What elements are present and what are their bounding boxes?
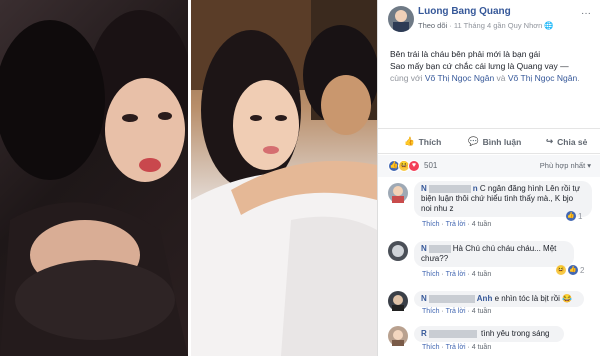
comment-item: N Anh e nhìn tóc là bịt rồi 😂 Thích · Trả… (378, 289, 600, 319)
commenter-avatar-image (392, 245, 404, 257)
comment-time[interactable]: 4 tuần (472, 221, 491, 228)
comment-like-link[interactable]: Thích (422, 221, 440, 228)
redacted-name-bar (428, 244, 451, 253)
haha-reaction-icon: 😆 (556, 265, 566, 275)
comment-meta: Thích · Trả lời · 4 tuần (422, 271, 492, 278)
commenter-avatar[interactable] (388, 326, 408, 346)
share-icon: ↪ (546, 136, 554, 146)
tag-and: và (494, 73, 508, 83)
comment-button[interactable]: 💬 Bình luận (468, 136, 521, 147)
reactions-bar: 👍 😆 ♥ 501 Phù hợp nhất ▾ (378, 155, 600, 177)
comment-reply-link[interactable]: Trả lời (446, 271, 466, 278)
left-photo[interactable] (0, 0, 188, 356)
like-button[interactable]: 👍 Thích (404, 136, 441, 147)
like-label: Thích (418, 136, 442, 147)
tag-link-2[interactable]: Võ Thị Ngọc Ngân (508, 73, 577, 83)
post-time[interactable]: 11 Tháng 4 gần Quy Nhơn (454, 21, 542, 30)
commenter-name[interactable]: N (421, 294, 427, 303)
comment-reaction-count: 2 (580, 265, 585, 275)
author-avatar-image (393, 10, 409, 32)
post-subtitle: Theo dõi · 11 Tháng 4 gần Quy Nhơn 🌐 (418, 21, 554, 30)
comment-bubble: N Hà Chú chú cháu cháu... Mệt chưa?? (414, 241, 574, 267)
comment-like-link[interactable]: Thích (422, 308, 440, 315)
comment-time[interactable]: 4 tuần (472, 271, 491, 278)
like-reaction-icon: 👍 (568, 265, 578, 275)
comment-bubble: N Anh e nhìn tóc là bịt rồi 😂 (414, 291, 584, 307)
comment-reply-link[interactable]: Trả lời (446, 344, 466, 351)
more-options-icon[interactable]: ··· (581, 8, 591, 19)
comment-item: N Hà Chú chú cháu cháu... Mệt chưa?? 😆 👍 2 … (378, 239, 600, 283)
thumbs-up-icon: 👍 (404, 136, 415, 146)
commenter-name-tail: Anh (476, 294, 493, 303)
comment-text: tình yêu trong sáng (478, 329, 550, 338)
post-text: Bên trái là cháu bên phải mới là bạn gái… (390, 48, 595, 84)
comment-time[interactable]: 4 tuần (472, 344, 491, 351)
comment-reactions[interactable]: 😆 👍 2 (556, 265, 584, 275)
commenter-avatar[interactable] (388, 241, 408, 261)
comment-like-link[interactable]: Thích (422, 344, 440, 351)
commenter-name[interactable]: N (421, 244, 427, 253)
comment-reaction-count: 1 (578, 211, 583, 221)
follow-link[interactable]: Theo dõi (418, 21, 447, 30)
commenter-avatar-image (392, 330, 404, 346)
reaction-count[interactable]: 501 (424, 161, 437, 170)
love-reaction-icon[interactable]: ♥ (408, 160, 420, 172)
post-actions-bar: 👍 Thích 💬 Bình luận ↪ Chia sẻ (378, 128, 600, 154)
like-reaction-icon: 👍 (566, 211, 576, 221)
post-line-1: Bên trái là cháu bên phải mới là bạn gái (390, 49, 541, 59)
share-button[interactable]: ↪ Chia sẻ (546, 136, 587, 147)
comment-time[interactable]: 4 tuần (472, 308, 491, 315)
globe-icon: 🌐 (544, 21, 554, 30)
commenter-avatar[interactable] (388, 183, 408, 203)
comment-meta: Thích · Trả lời · 4 tuần (422, 344, 492, 351)
right-photo[interactable] (191, 0, 377, 356)
comment-bubble: R tình yêu trong sáng (414, 326, 564, 342)
post-header: Luong Bang Quang Theo dõi · 11 Tháng 4 g… (378, 0, 600, 35)
comment-reply-link[interactable]: Trả lời (446, 221, 466, 228)
comment-item: Nn C ngân đăng hình Lên rồi tự biện luận… (378, 181, 600, 233)
commenter-name[interactable]: N (421, 184, 427, 193)
comment-item: R tình yêu trong sáng Thích · Trả lời · … (378, 324, 600, 356)
commenter-avatar-image (392, 295, 404, 311)
tag-link-1[interactable]: Võ Thị Ngọc Ngân (425, 73, 494, 83)
author-name[interactable]: Luong Bang Quang (418, 6, 511, 17)
share-label: Chia sẻ (557, 136, 588, 147)
post-tags: cùng với Võ Thị Ngọc Ngân và Võ Thị Ngọc… (390, 72, 595, 84)
tag-suffix: . (577, 73, 580, 83)
author-avatar[interactable] (388, 6, 414, 32)
comment-text: e nhìn tóc là bịt rồi 😂 (492, 294, 573, 303)
commenter-name[interactable]: R (421, 329, 427, 338)
commenter-avatar-image (392, 186, 404, 203)
right-photo-illustration (191, 0, 377, 356)
comment-reactions[interactable]: 👍 1 (566, 211, 582, 221)
post-line-2: Sao mấy bạn cứ chắc cái lưng là Quang va… (390, 61, 569, 71)
comment-meta: Thích · Trả lời · 4 tuần (422, 221, 492, 228)
comment-icon: 💬 (468, 136, 479, 146)
comment-sort-dropdown[interactable]: Phù hợp nhất ▾ (540, 161, 591, 170)
comment-like-link[interactable]: Thích (422, 271, 440, 278)
comment-reply-link[interactable]: Trả lời (446, 308, 466, 315)
redacted-name-bar (428, 184, 471, 193)
tag-prefix: cùng với (390, 73, 425, 83)
facebook-post-panel: Luong Bang Quang Theo dõi · 11 Tháng 4 g… (377, 0, 600, 356)
comment-meta: Thích · Trả lời · 4 tuần (422, 308, 492, 315)
redacted-name-bar (428, 329, 477, 338)
commenter-avatar[interactable] (388, 291, 408, 311)
left-photo-illustration (0, 10, 188, 356)
redacted-name-bar (428, 294, 475, 303)
comment-label: Bình luận (482, 136, 522, 147)
